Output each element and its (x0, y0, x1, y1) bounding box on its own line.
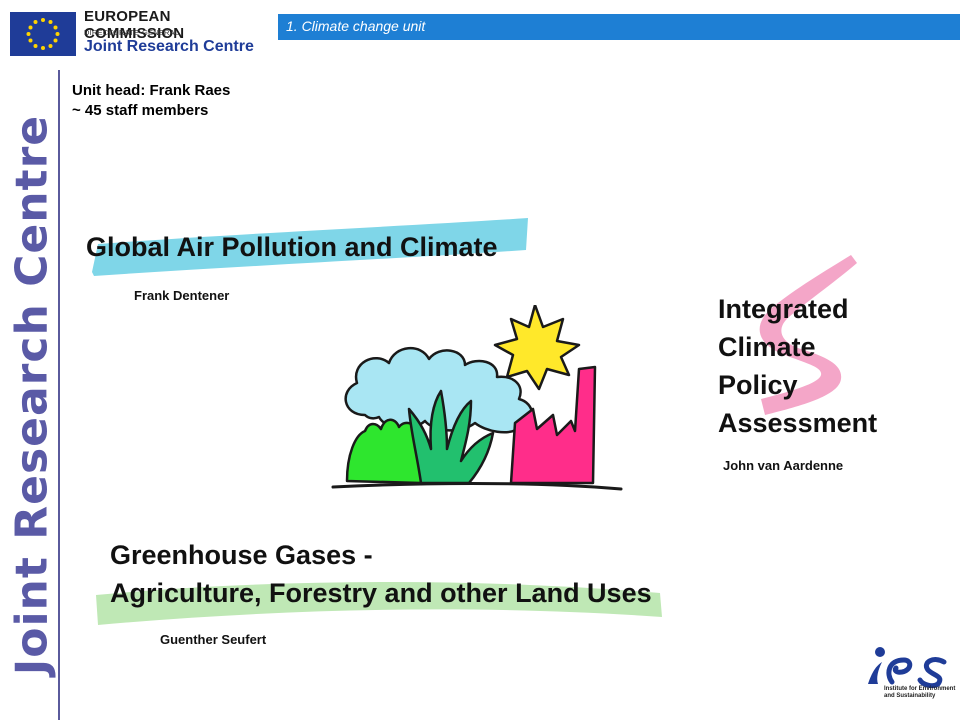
ies-subtitle: Institute for Environment and Sustainabi… (884, 686, 956, 699)
factory-icon (509, 365, 597, 485)
topic-greenhouse-gases-title-line-2: Agriculture, Forestry and other Land Use… (110, 578, 652, 608)
topic-global-air-pollution-person: Frank Dentener (134, 288, 230, 303)
ies-letters-icon: ies (868, 647, 947, 688)
topic-integrated-climate-person: John van Aardenne (723, 458, 844, 473)
ground-line (331, 482, 623, 491)
centre-name: Joint Research Centre (84, 38, 254, 55)
ec-text-block: EUROPEAN COMMISSION DIRECTORATE-GENERAL … (84, 8, 274, 60)
unit-title: 1. Climate change unit (286, 18, 426, 34)
european-commission-logo: EUROPEAN COMMISSION DIRECTORATE-GENERAL … (10, 8, 272, 60)
topic-global-air-pollution-title: Global Air Pollution and Climate (86, 232, 498, 262)
title-line: Climate (718, 332, 816, 362)
topic-integrated-climate-title: Integrated Climate Policy Assessment (718, 290, 877, 442)
side-divider (58, 70, 60, 720)
topic-greenhouse-gases-person: Guenther Seufert (160, 632, 267, 647)
title-bar: 1. Climate change unit (278, 14, 960, 40)
directorate: DIRECTORATE-GENERAL (84, 28, 180, 37)
unit-head: Unit head: Frank Raes (72, 82, 231, 99)
ies-logo: ies Institute for Environment and Sustai… (858, 640, 958, 718)
topic-greenhouse-gases-title-line-1: Greenhouse Gases - (110, 540, 373, 570)
title-line: Assessment (718, 408, 878, 438)
eu-flag-icon (10, 12, 76, 56)
side-label: Joint Research Centre (6, 114, 58, 676)
title-line: Integrated (718, 294, 849, 324)
climate-illustration (331, 305, 623, 491)
staff-count: ~ 45 staff members (72, 102, 209, 119)
title-line: Policy (718, 370, 798, 400)
